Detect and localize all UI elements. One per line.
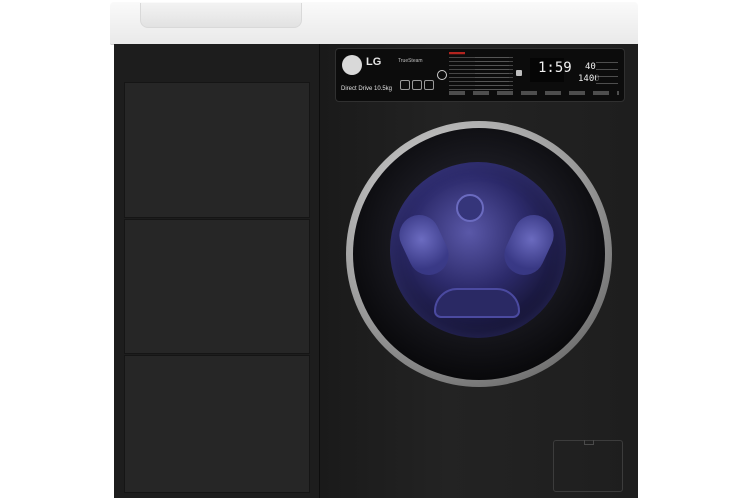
drum-gasket: [434, 288, 520, 318]
service-hatch[interactable]: [553, 440, 623, 492]
power-button[interactable]: [437, 70, 447, 80]
brand-logo-text: LG: [366, 56, 382, 68]
program-list-secondary: [475, 54, 513, 92]
drum-hub: [456, 194, 484, 222]
sink-basin: [140, 3, 302, 28]
cabinet: [114, 44, 319, 498]
wash-icon: [400, 80, 410, 90]
steam-icon: [424, 80, 434, 90]
product-photo: LG TrueSteam Direct Drive 10.5kg 1:59 40…: [0, 0, 750, 500]
cabinet-drawer-bottom: [124, 355, 310, 493]
option-buttons[interactable]: [596, 56, 618, 86]
steam-label: TrueSteam: [398, 58, 423, 64]
start-pause-button[interactable]: [516, 70, 522, 76]
cabinet-drawer-top: [124, 82, 310, 218]
function-buttons[interactable]: [449, 91, 619, 95]
load-icon: [412, 80, 422, 90]
hatch-notch: [584, 440, 594, 445]
drive-label: Direct Drive 10.5kg: [341, 86, 393, 92]
lg-logo-icon: [342, 55, 362, 75]
display-time: 1:59: [538, 60, 572, 76]
display-temperature: 40: [585, 62, 596, 72]
cabinet-drawer-middle: [124, 219, 310, 354]
